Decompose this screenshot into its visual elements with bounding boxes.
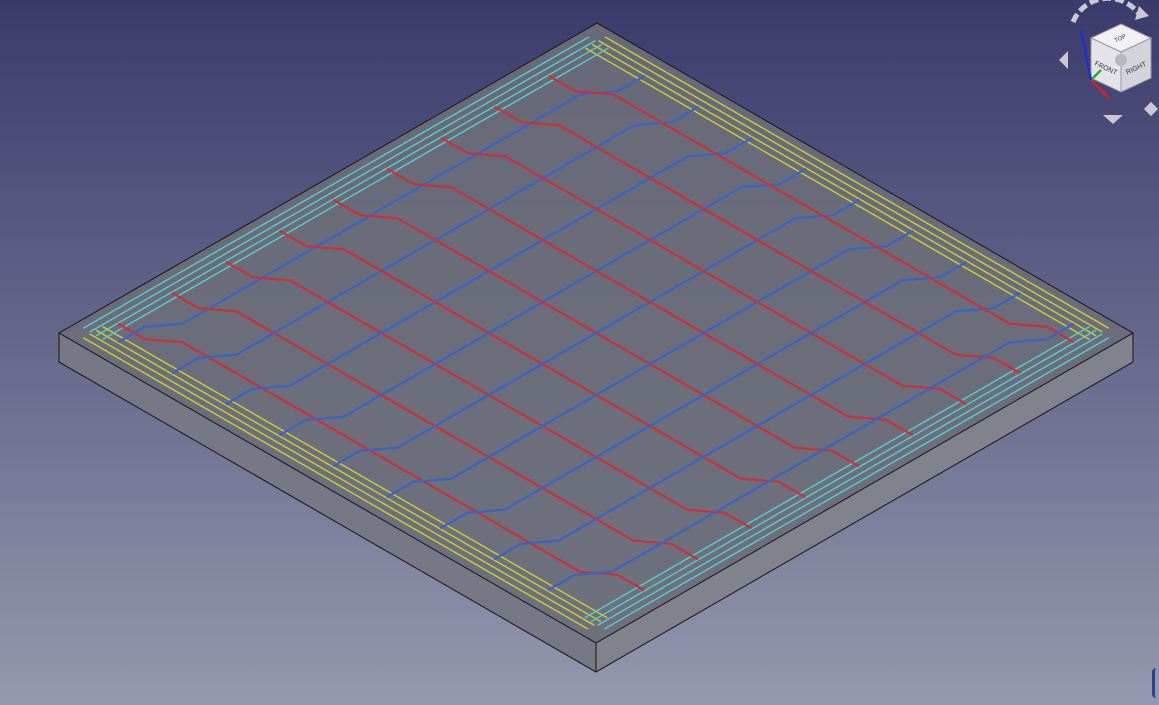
z-axis-line [1079, 29, 1093, 81]
view-menu-icon[interactable] [1143, 101, 1159, 117]
viewport-edge-indicator [1152, 668, 1159, 698]
rotate-ring-icon[interactable] [1070, 0, 1142, 24]
navigation-cube[interactable]: TOP FRONT RIGHT [1053, 0, 1159, 128]
rebar-slab-model[interactable] [0, 0, 1159, 705]
3d-viewport[interactable]: TOP FRONT RIGHT [0, 0, 1159, 705]
rotate-arrow-icon[interactable] [1135, 6, 1149, 20]
concrete-slab[interactable] [57, 22, 1135, 673]
cube-corner-highlight [1115, 54, 1127, 66]
view-left-arrow-icon[interactable] [1059, 51, 1068, 69]
view-down-arrow-icon[interactable] [1103, 115, 1123, 124]
